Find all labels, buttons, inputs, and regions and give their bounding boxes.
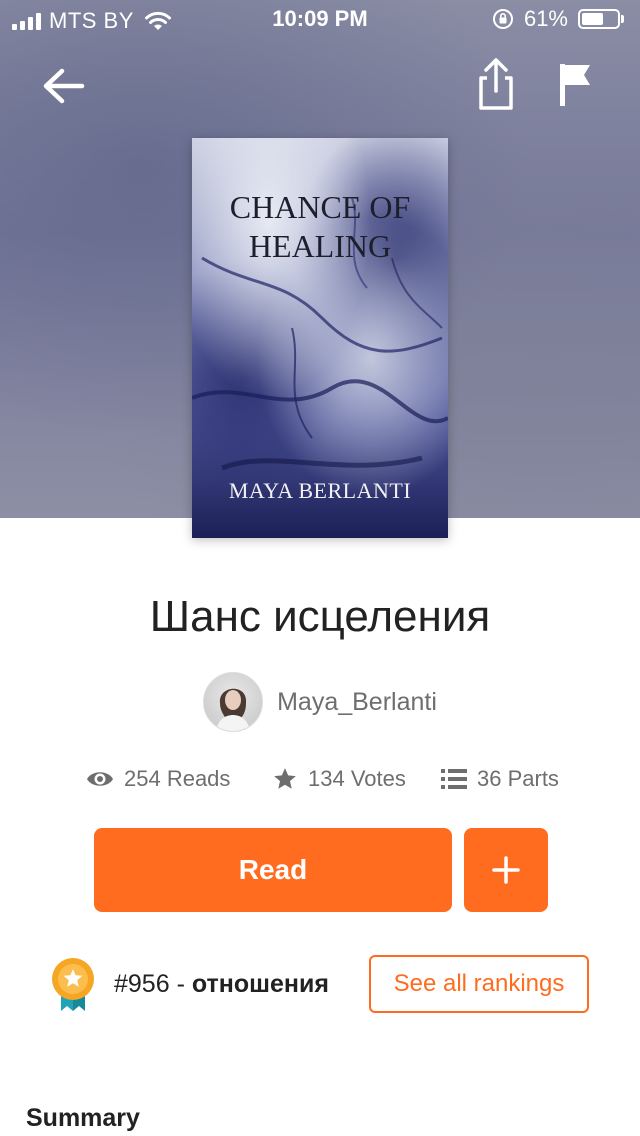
add-to-library-button[interactable] xyxy=(464,828,548,912)
summary-heading: Summary xyxy=(26,1104,140,1132)
orientation-lock-icon xyxy=(492,9,513,29)
eye-icon xyxy=(87,772,113,786)
back-button[interactable] xyxy=(38,60,90,112)
rank-separator: - xyxy=(169,969,192,998)
story-stats: 254 Reads 134 Votes 36 Parts xyxy=(0,766,640,796)
votes-count: 134 Votes xyxy=(308,766,406,791)
rank-number: #956 xyxy=(114,969,170,998)
cover-title-line: CHANCE OF xyxy=(229,189,411,225)
reads-count: 254 Reads xyxy=(124,766,231,791)
list-icon xyxy=(441,769,467,789)
status-right: 61% xyxy=(492,6,624,32)
author-row[interactable]: Maya_Berlanti xyxy=(0,672,640,732)
flag-icon xyxy=(560,64,590,106)
battery-icon xyxy=(578,9,624,29)
cover-title: CHANCE OF HEALING xyxy=(192,188,448,266)
author-photo xyxy=(216,688,251,731)
parts-count: 36 Parts xyxy=(477,766,559,791)
book-cover[interactable]: CHANCE OF HEALING MAYA BERLANTI xyxy=(192,138,448,538)
story-title: Шанс исцеления xyxy=(149,592,491,641)
reads-stat: 254 Reads xyxy=(86,766,230,792)
ranking-badge-icon xyxy=(52,958,94,1011)
star-icon xyxy=(274,768,296,789)
read-button[interactable]: Read xyxy=(94,828,452,912)
parts-stat: 36 Parts xyxy=(441,766,559,792)
votes-stat: 134 Votes xyxy=(272,766,406,792)
status-bar: MTS BY 10:09 PM 61% xyxy=(0,0,640,40)
share-button[interactable] xyxy=(474,56,518,112)
rank-category: отношения xyxy=(191,969,329,998)
ranking-text: #956 - отношения xyxy=(114,970,329,999)
cover-title-line: HEALING xyxy=(248,228,392,264)
author-name[interactable]: Maya_Berlanti xyxy=(277,688,437,717)
back-arrow-icon xyxy=(43,68,85,104)
ranking-row: #956 - отношения xyxy=(50,956,329,1012)
share-icon xyxy=(479,58,513,110)
plus-icon xyxy=(492,856,520,884)
battery-percent: 61% xyxy=(523,6,568,31)
see-all-rankings-button[interactable]: See all rankings xyxy=(369,955,589,1013)
avatar[interactable] xyxy=(203,672,264,732)
report-button[interactable] xyxy=(556,60,596,110)
cover-author: MAYA BERLANTI xyxy=(228,478,412,503)
